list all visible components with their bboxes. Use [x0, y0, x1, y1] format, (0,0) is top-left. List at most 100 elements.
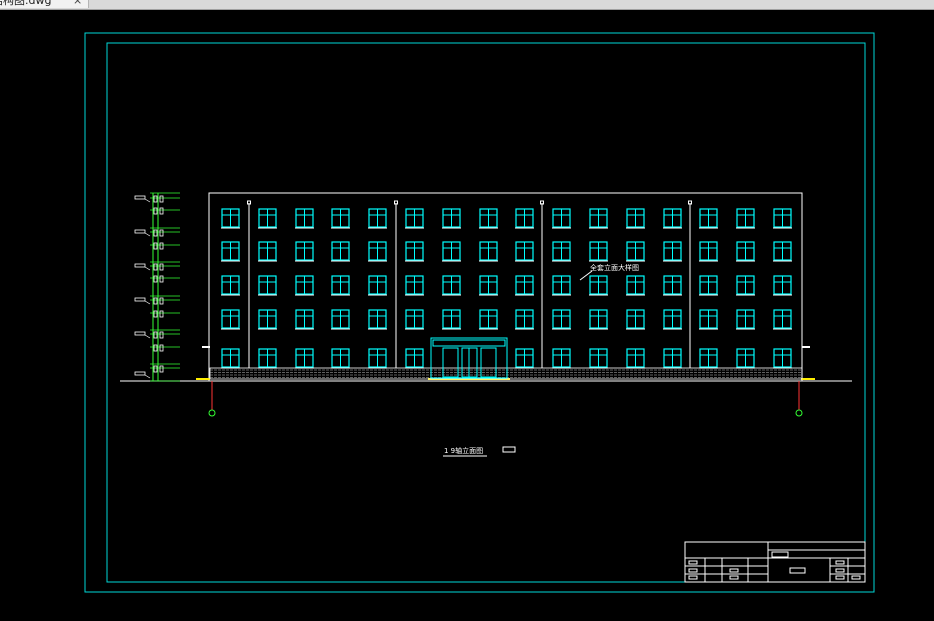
window: [663, 348, 682, 369]
entrance-canopy: [430, 337, 508, 379]
window: [221, 208, 240, 229]
drawing-canvas[interactable]: 全套立面大样图 1 9轴立面图: [0, 10, 934, 621]
window: [515, 208, 534, 229]
elevation-title: 1 9轴立面图: [444, 446, 483, 455]
window: [331, 309, 350, 330]
pilaster: [688, 200, 692, 368]
pilaster: [394, 200, 398, 368]
window: [515, 348, 534, 369]
window: [626, 208, 645, 229]
window: [589, 241, 608, 262]
window: [773, 241, 792, 262]
window: [258, 208, 277, 229]
pilaster: [247, 200, 251, 368]
window: [736, 309, 755, 330]
window: [552, 241, 571, 262]
window: [405, 275, 424, 296]
cad-drawing[interactable]: 全套立面大样图 1 9轴立面图: [0, 10, 934, 621]
window: [368, 309, 387, 330]
scale-box: [502, 446, 516, 453]
window: [479, 208, 498, 229]
window: [736, 241, 755, 262]
window: [736, 275, 755, 296]
window: [663, 275, 682, 296]
window: [626, 348, 645, 369]
window: [773, 275, 792, 296]
window: [515, 241, 534, 262]
window: [663, 208, 682, 229]
window: [589, 348, 608, 369]
window: [405, 348, 424, 369]
window: [442, 309, 461, 330]
window: [736, 348, 755, 369]
window: [552, 275, 571, 296]
document-tab-title[interactable]: 结构图.dwg: [0, 0, 51, 8]
window: [479, 241, 498, 262]
window: [589, 208, 608, 229]
inner-frame: [106, 42, 866, 583]
window: [331, 348, 350, 369]
window: [368, 348, 387, 369]
window: [295, 275, 314, 296]
window: [663, 309, 682, 330]
window: [699, 208, 718, 229]
window: [258, 348, 277, 369]
window: [368, 208, 387, 229]
window: [626, 275, 645, 296]
window: [442, 275, 461, 296]
document-tab-bar: 结构图.dwg ×: [0, 0, 934, 10]
window: [699, 348, 718, 369]
window: [479, 275, 498, 296]
window: [405, 208, 424, 229]
axis-marker-right: [795, 381, 803, 417]
window: [773, 348, 792, 369]
window: [295, 208, 314, 229]
title-block: [684, 541, 866, 583]
elevation-dimensions: [134, 192, 180, 382]
window: [663, 241, 682, 262]
window: [258, 309, 277, 330]
window: [699, 241, 718, 262]
window: [221, 241, 240, 262]
window: [552, 309, 571, 330]
plinth-hatch: [209, 367, 803, 380]
window: [589, 275, 608, 296]
window: [258, 275, 277, 296]
close-tab-icon[interactable]: ×: [73, 0, 82, 8]
window: [515, 309, 534, 330]
building-outline: [208, 192, 803, 382]
window: [331, 275, 350, 296]
window: [368, 275, 387, 296]
window: [221, 275, 240, 296]
window: [258, 241, 277, 262]
window: [405, 241, 424, 262]
window: [552, 348, 571, 369]
window: [626, 309, 645, 330]
window: [773, 208, 792, 229]
window: [442, 241, 461, 262]
window: [331, 208, 350, 229]
pilaster: [540, 200, 544, 368]
window: [773, 309, 792, 330]
window: [221, 309, 240, 330]
pilasters: [247, 200, 692, 368]
window: [515, 275, 534, 296]
window: [221, 348, 240, 369]
window: [405, 309, 424, 330]
axis-marker-left: [208, 381, 216, 417]
window: [589, 309, 608, 330]
document-tab[interactable]: 结构图.dwg ×: [0, 0, 89, 8]
window: [295, 309, 314, 330]
window: [626, 241, 645, 262]
window: [479, 309, 498, 330]
window: [295, 241, 314, 262]
window: [699, 309, 718, 330]
window: [442, 208, 461, 229]
window: [368, 241, 387, 262]
window: [331, 241, 350, 262]
window: [552, 208, 571, 229]
window: [699, 275, 718, 296]
window: [736, 208, 755, 229]
wall-note-label: 全套立面大样图: [590, 263, 639, 272]
window: [295, 348, 314, 369]
